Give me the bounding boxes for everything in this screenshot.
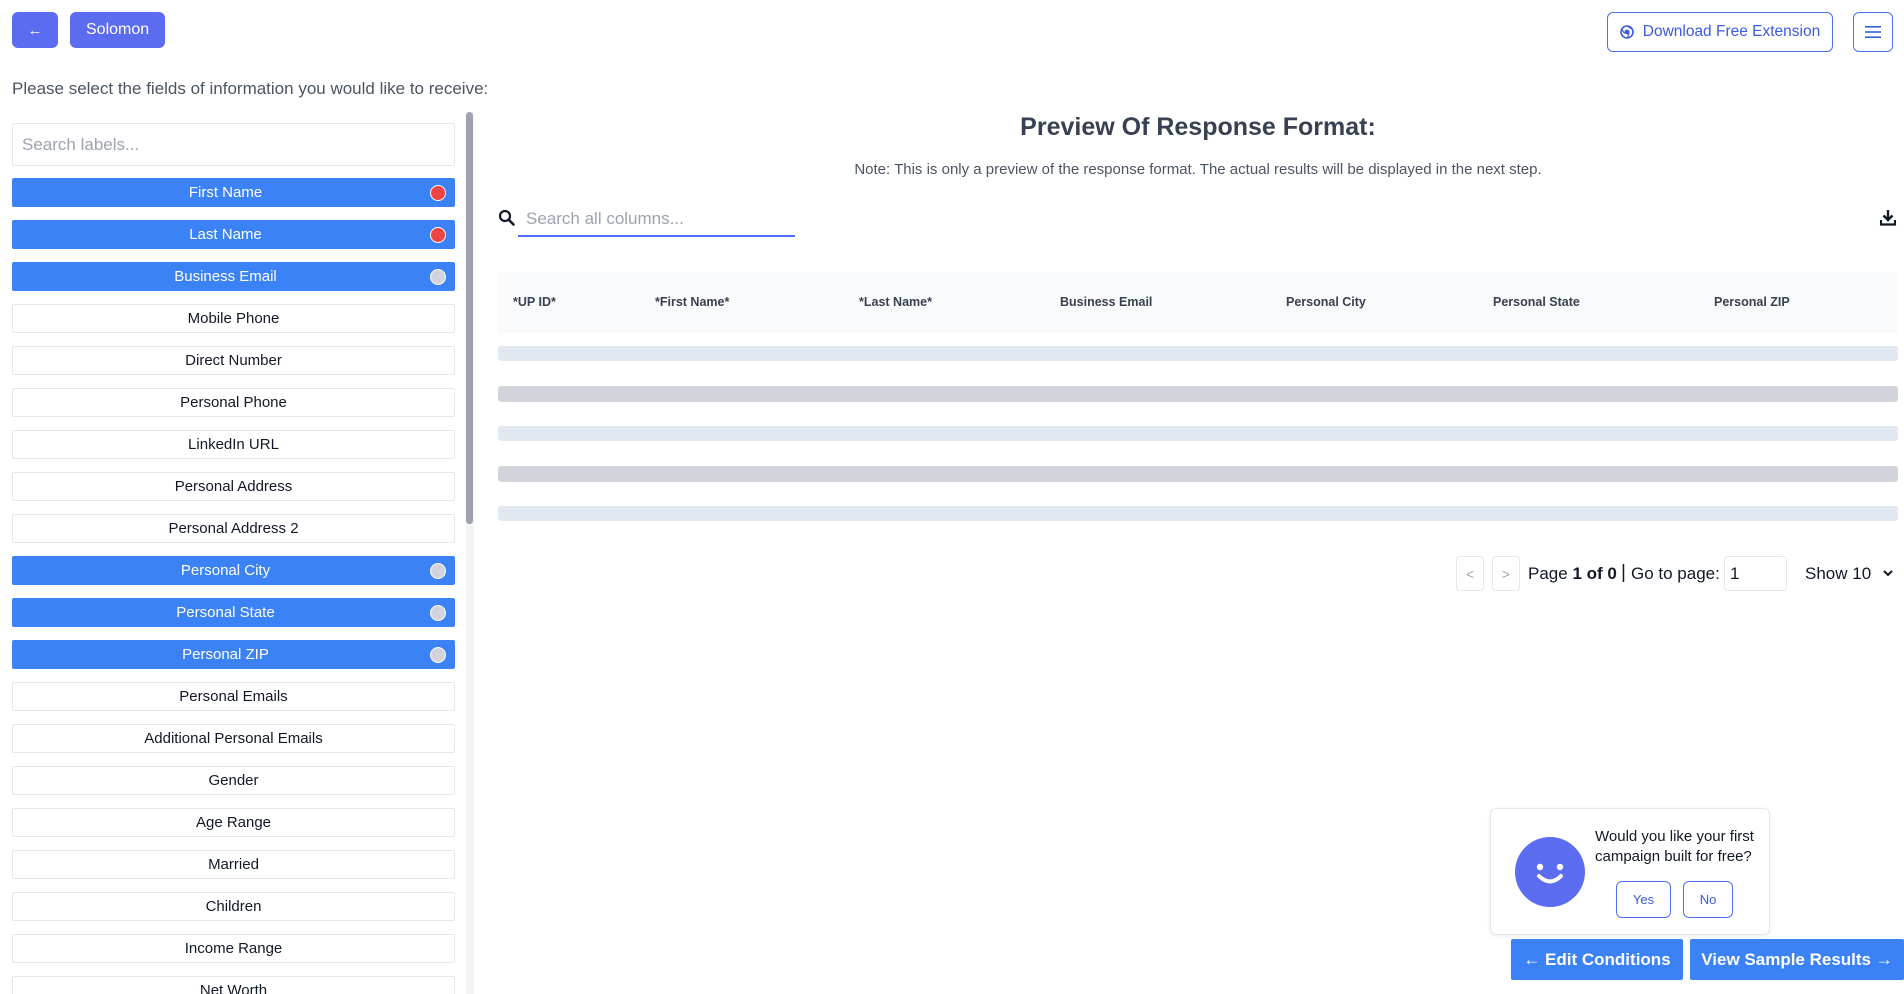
field-option[interactable]: Direct Number xyxy=(12,346,455,375)
loading-skeleton-row xyxy=(498,506,1898,521)
arrow-left-icon: ← xyxy=(27,21,43,39)
field-option-label: Personal City xyxy=(180,562,271,579)
field-option-label: Mobile Phone xyxy=(187,310,280,327)
free-campaign-popup: Would you like your first campaign built… xyxy=(1490,808,1770,935)
field-option[interactable]: LinkedIn URL xyxy=(12,430,455,459)
field-option[interactable]: Last Name xyxy=(12,220,455,249)
page-indicator: Page 1 of 0 xyxy=(1528,564,1617,584)
view-sample-results-button[interactable]: View Sample Results → xyxy=(1690,939,1904,980)
field-option[interactable]: First Name xyxy=(12,178,455,207)
popup-no-button[interactable]: No xyxy=(1683,881,1733,918)
optional-indicator-icon xyxy=(430,647,446,663)
download-icon[interactable] xyxy=(1880,209,1896,226)
page-prefix: Page xyxy=(1528,564,1568,583)
pager-separator: | xyxy=(1621,562,1626,583)
field-option[interactable]: Business Email xyxy=(12,262,455,291)
field-option-label: Income Range xyxy=(184,940,283,957)
column-header[interactable]: Personal ZIP xyxy=(1714,295,1790,309)
hamburger-icon xyxy=(1865,26,1881,38)
smiley-icon xyxy=(1515,837,1585,907)
page-value: 1 of 0 xyxy=(1572,564,1617,583)
search-icon xyxy=(498,209,515,226)
chrome-icon xyxy=(1619,25,1634,39)
field-option-label: Personal State xyxy=(176,604,275,621)
chevron-down-icon xyxy=(1883,570,1893,577)
preview-note: Note: This is only a preview of the resp… xyxy=(854,161,1542,178)
scrollbar-thumb[interactable] xyxy=(466,112,473,524)
field-option-label: Personal Phone xyxy=(180,394,287,411)
field-option[interactable]: Personal Address xyxy=(12,472,455,501)
label-search-input[interactable] xyxy=(12,123,455,166)
field-option-label: Age Range xyxy=(195,814,272,831)
field-option[interactable]: Additional Personal Emails xyxy=(12,724,455,753)
field-selector-panel: First Name Last Name Business Email Mobile … xyxy=(12,123,456,994)
column-header[interactable]: *UP ID* xyxy=(513,295,556,309)
field-option-label: Personal Address xyxy=(174,478,293,495)
required-indicator-icon xyxy=(430,185,446,201)
goto-page-label: Go to page: xyxy=(1631,564,1720,583)
field-option[interactable]: Mobile Phone xyxy=(12,304,455,333)
field-option[interactable]: Personal City xyxy=(12,556,455,585)
loading-skeleton-row xyxy=(498,346,1898,361)
column-header[interactable]: Business Email xyxy=(1060,295,1152,309)
menu-button[interactable] xyxy=(1853,12,1893,52)
back-button[interactable]: ← xyxy=(12,12,58,48)
prev-page-button[interactable]: < xyxy=(1456,556,1484,591)
loading-skeleton-row xyxy=(498,426,1898,441)
preview-title: Preview Of Response Format: xyxy=(1020,113,1376,141)
field-option[interactable]: Gender xyxy=(12,766,455,795)
field-option[interactable]: Married xyxy=(12,850,455,879)
field-option-label: Additional Personal Emails xyxy=(144,730,323,747)
required-indicator-icon xyxy=(430,227,446,243)
page-size-label: Show 10 xyxy=(1805,563,1872,583)
field-option[interactable]: Income Range xyxy=(12,934,455,963)
column-header[interactable]: *Last Name* xyxy=(859,295,932,309)
edit-conditions-button[interactable]: ← Edit Conditions xyxy=(1511,939,1683,980)
next-page-button[interactable]: > xyxy=(1492,556,1520,591)
field-option-label: Net Worth xyxy=(199,982,268,994)
field-option-label: Personal Emails xyxy=(179,688,288,705)
field-option[interactable]: Age Range xyxy=(12,808,455,837)
field-option[interactable]: Personal Phone xyxy=(12,388,455,417)
page-size-select[interactable]: Show 10 xyxy=(1805,556,1893,591)
table-header: *UP ID* *First Name* *Last Name* Busines… xyxy=(498,272,1898,333)
optional-indicator-icon xyxy=(430,605,446,621)
loading-skeleton-row xyxy=(498,466,1898,482)
field-option-label: Last Name xyxy=(189,226,262,243)
field-option[interactable]: Personal Emails xyxy=(12,682,455,711)
field-option[interactable]: Children xyxy=(12,892,455,921)
goto-page-input[interactable] xyxy=(1724,556,1787,591)
loading-skeleton-row xyxy=(498,386,1898,402)
field-option[interactable]: Personal Address 2 xyxy=(12,514,455,543)
field-option-label: Children xyxy=(205,898,262,915)
field-list: First Name Last Name Business Email Mobile … xyxy=(12,178,456,994)
field-option-label: LinkedIn URL xyxy=(188,436,279,453)
field-option-label: Gender xyxy=(208,772,259,789)
optional-indicator-icon xyxy=(430,269,446,285)
popup-question: Would you like your first campaign built… xyxy=(1595,828,1754,865)
column-header[interactable]: *First Name* xyxy=(655,295,729,309)
download-extension-button[interactable]: Download Free Extension xyxy=(1607,12,1833,52)
field-option-label: Business Email xyxy=(174,268,277,285)
column-header[interactable]: Personal City xyxy=(1286,295,1366,309)
instructions-text: Please select the fields of information … xyxy=(12,79,489,98)
field-option-label: Married xyxy=(208,856,259,873)
field-option[interactable]: Personal State xyxy=(12,598,455,627)
field-option[interactable]: Personal ZIP xyxy=(12,640,455,669)
download-extension-label: Download Free Extension xyxy=(1642,23,1821,40)
field-option-label: Direct Number xyxy=(185,352,282,369)
field-option-label: Personal ZIP xyxy=(182,646,269,663)
column-search-input[interactable] xyxy=(518,202,795,237)
popup-yes-button[interactable]: Yes xyxy=(1616,881,1671,918)
column-header[interactable]: Personal State xyxy=(1493,295,1580,309)
user-name-button[interactable]: Solomon xyxy=(70,12,166,48)
field-option[interactable]: Net Worth xyxy=(12,976,455,994)
field-option-label: First Name xyxy=(188,184,263,201)
field-option-label: Personal Address 2 xyxy=(168,520,299,537)
optional-indicator-icon xyxy=(430,563,446,579)
